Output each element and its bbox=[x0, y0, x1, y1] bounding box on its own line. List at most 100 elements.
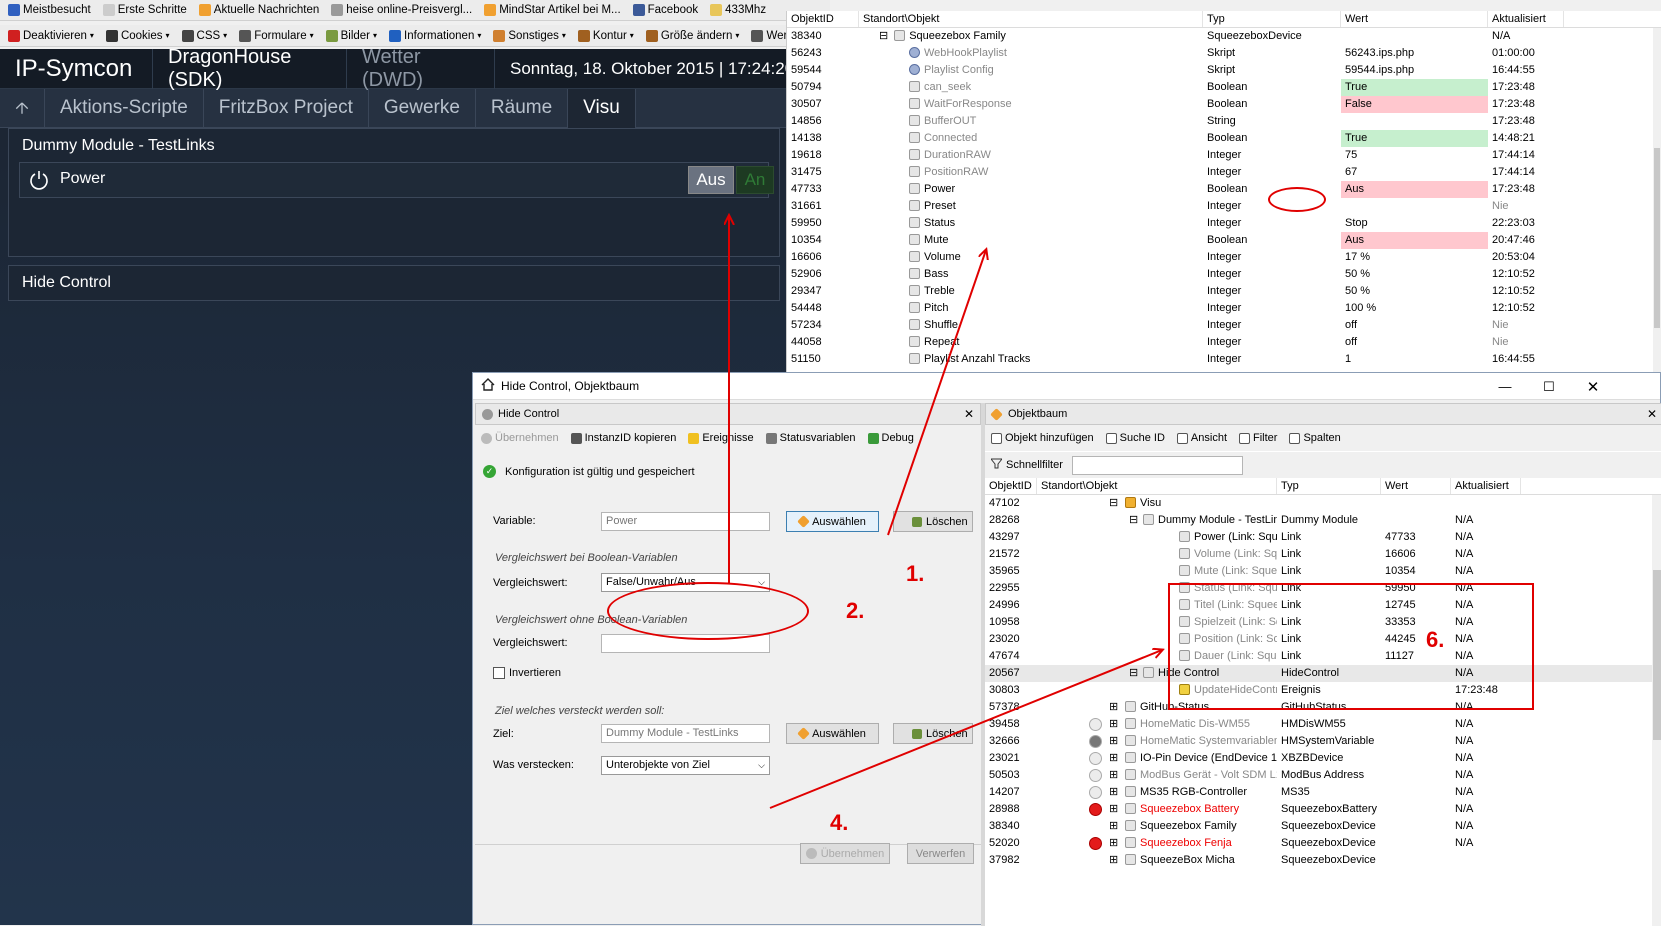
table-row[interactable]: 21572 Volume (Link: Squeezebox F... Link 16… bbox=[985, 546, 1661, 563]
close-icon[interactable]: ✕ bbox=[964, 407, 974, 421]
toolbar-check-button[interactable]: Übernehmen bbox=[481, 432, 559, 444]
table-row[interactable]: 38340 ⊞ Squeezebox Family SqueezeboxDevice N… bbox=[985, 818, 1661, 835]
bookmark-item[interactable]: 433Mhz bbox=[706, 4, 770, 16]
column-header[interactable]: Aktualisiert bbox=[1451, 478, 1521, 494]
table-row[interactable]: 23021 ⊞ IO-Pin Device (EndDevice 1) XBZBDev… bbox=[985, 750, 1661, 767]
table-row[interactable]: 59950 Status Integer Stop 22:23:03 bbox=[787, 215, 1661, 232]
column-header[interactable]: Aktualisiert bbox=[1488, 11, 1564, 27]
column-header[interactable]: Typ bbox=[1203, 11, 1341, 27]
bookmark-item[interactable]: Sonstiges ▾ bbox=[489, 29, 570, 42]
column-header[interactable]: ObjektID bbox=[787, 11, 859, 27]
toolbar-view-button[interactable]: Ansicht bbox=[1176, 432, 1227, 444]
hide-select[interactable]: Unterobjekte von Ziel ⌵ bbox=[601, 756, 770, 775]
table-row[interactable]: 30507 WaitForResponse Boolean False 17:23:48 bbox=[787, 96, 1661, 113]
table-row[interactable]: 29347 Treble Integer 50 % 12:10:52 bbox=[787, 283, 1661, 300]
toolbar-variables-button[interactable]: Statusvariablen bbox=[765, 432, 856, 444]
panel-hide-control[interactable]: Hide Control bbox=[8, 265, 780, 301]
toolbar-add-object-button[interactable]: Objekt hinzufügen bbox=[991, 432, 1094, 444]
bookmark-item[interactable]: Größe ändern ▾ bbox=[642, 29, 744, 42]
table-row[interactable]: 37982 ⊞ SqueezeBox Micha SqueezeboxDevice bbox=[985, 852, 1661, 869]
variable-clear-button[interactable]: Löschen bbox=[893, 511, 973, 532]
expand-icon[interactable]: ⊞ bbox=[1109, 818, 1118, 835]
column-header[interactable]: ObjektID bbox=[985, 478, 1037, 494]
table-row[interactable]: 56243 WebHookPlaylist Skript 56243.ips.php 0… bbox=[787, 45, 1661, 62]
table-row[interactable]: 14207 ⊞ MS35 RGB-Controller MS35 N/A bbox=[985, 784, 1661, 801]
bookmark-item[interactable]: Formulare ▾ bbox=[235, 29, 317, 42]
table-row[interactable]: 28268 ⊟ Dummy Module - TestLinks Dummy Modu… bbox=[985, 512, 1661, 529]
toolbar-search-button[interactable]: Suche ID bbox=[1105, 432, 1165, 444]
expand-icon[interactable]: ⊞ bbox=[1109, 750, 1118, 767]
expand-icon[interactable]: ⊞ bbox=[1109, 784, 1118, 801]
table-row[interactable]: 28988 ⊞ Squeezebox Battery SqueezeboxBatter… bbox=[985, 801, 1661, 818]
bookmark-item[interactable]: heise online-Preisvergl... bbox=[327, 4, 476, 16]
table-row[interactable]: 51150 Playlist Anzahl Tracks Integer 1 16:44… bbox=[787, 351, 1661, 368]
discard-button[interactable]: Verwerfen bbox=[907, 843, 974, 864]
target-clear-button[interactable]: Löschen bbox=[893, 723, 973, 744]
table-row[interactable]: 43297 Power (Link: Squeezebox Fa... Link 47… bbox=[985, 529, 1661, 546]
tab-fritzbox-project[interactable]: FritzBox Project bbox=[204, 88, 369, 128]
table-row[interactable]: 31475 PositionRAW Integer 67 17:44:14 bbox=[787, 164, 1661, 181]
bookmark-item[interactable]: Facebook bbox=[629, 4, 703, 16]
table-row[interactable]: 44058 Repeat Integer off Nie bbox=[787, 334, 1661, 351]
toolbar-copy-button[interactable]: InstanzID kopieren bbox=[570, 432, 676, 444]
bookmark-item[interactable]: Cookies ▾ bbox=[102, 29, 174, 42]
variable-field[interactable]: Power bbox=[601, 512, 770, 531]
table-row[interactable]: 47733 Power Boolean Aus 17:23:48 bbox=[787, 181, 1661, 198]
close-icon[interactable]: ✕ bbox=[1647, 407, 1657, 421]
bookmark-item[interactable]: Aktuelle Nachrichten bbox=[195, 4, 323, 16]
table-row[interactable]: 14856 BufferOUT String 17:23:48 bbox=[787, 113, 1661, 130]
toolbar-columns-button[interactable]: Spalten bbox=[1289, 432, 1341, 444]
minimize-button[interactable]: — bbox=[1483, 373, 1527, 400]
expand-icon[interactable]: ⊞ bbox=[1109, 835, 1118, 852]
maximize-button[interactable]: ☐ bbox=[1527, 373, 1571, 400]
column-header[interactable]: Wert bbox=[1341, 11, 1488, 27]
expand-icon[interactable]: ⊞ bbox=[1109, 852, 1118, 869]
location-title[interactable]: DragonHouse (SDK) bbox=[153, 49, 347, 91]
target-field[interactable]: Dummy Module - TestLinks bbox=[601, 724, 770, 743]
column-header[interactable]: Standort\Objekt bbox=[1037, 478, 1277, 494]
table-row[interactable]: 31661 Preset Integer Nie bbox=[787, 198, 1661, 215]
bookmark-item[interactable]: Informationen ▾ bbox=[385, 29, 485, 42]
table-row[interactable]: 10354 Mute Boolean Aus 20:47:46 bbox=[787, 232, 1661, 249]
variable-select-button[interactable]: Auswählen bbox=[786, 511, 879, 532]
tab-visu[interactable]: Visu bbox=[568, 88, 636, 128]
table-row[interactable]: 32666 ⊞ HomeMatic Systemvariablen HMSystemV… bbox=[985, 733, 1661, 750]
toolbar-filter-button[interactable]: Filter bbox=[1239, 432, 1277, 444]
table-row[interactable]: 57234 Shuffle Integer off Nie bbox=[787, 317, 1661, 334]
tab-aktions-scripte[interactable]: Aktions-Scripte bbox=[45, 88, 204, 128]
expand-icon[interactable]: ⊞ bbox=[1109, 699, 1118, 716]
collapse-icon[interactable]: ⊟ bbox=[879, 30, 888, 42]
expand-icon[interactable]: ⊟ bbox=[1109, 495, 1118, 512]
table-row[interactable]: 19618 DurationRAW Integer 75 17:44:14 bbox=[787, 147, 1661, 164]
scrollbar[interactable] bbox=[1653, 28, 1661, 372]
up-arrow-icon[interactable] bbox=[0, 88, 45, 128]
close-button[interactable]: ✕ bbox=[1571, 373, 1615, 400]
table-row[interactable]: 16606 Volume Integer 17 % 20:53:04 bbox=[787, 249, 1661, 266]
bookmark-item[interactable]: Erste Schritte bbox=[99, 4, 191, 16]
expand-icon[interactable]: ⊞ bbox=[1109, 767, 1118, 784]
toolbar-bug-button[interactable]: Debug bbox=[867, 432, 914, 444]
table-row[interactable]: 59544 Playlist Config Skript 59544.ips.php 1… bbox=[787, 62, 1661, 79]
power-on-button[interactable]: An bbox=[736, 166, 774, 194]
table-row[interactable]: 50794 can_seek Boolean True 17:23:48 bbox=[787, 79, 1661, 96]
column-header[interactable]: Typ bbox=[1277, 478, 1381, 494]
bookmark-item[interactable]: Bilder ▾ bbox=[322, 29, 381, 42]
quickfilter-input[interactable] bbox=[1071, 455, 1243, 475]
expand-icon[interactable]: ⊞ bbox=[1109, 733, 1118, 750]
column-header[interactable]: Standort\Objekt bbox=[859, 11, 1203, 27]
table-row[interactable]: 47102 ⊟ Visu bbox=[985, 495, 1661, 512]
bookmark-item[interactable]: Kontur ▾ bbox=[574, 29, 638, 42]
toolbar-lightning-button[interactable]: Ereignisse bbox=[688, 432, 754, 444]
target-select-button[interactable]: Auswählen bbox=[786, 723, 879, 744]
tab-räume[interactable]: Räume bbox=[476, 88, 569, 128]
expand-icon[interactable]: ⊟ bbox=[1129, 512, 1138, 529]
power-off-button[interactable]: Aus bbox=[688, 166, 734, 194]
table-row[interactable]: 52906 Bass Integer 50 % 12:10:52 bbox=[787, 266, 1661, 283]
table-row[interactable]: 52020 ⊞ Squeezebox Fenja SqueezeboxDevice N/… bbox=[985, 835, 1661, 852]
column-header[interactable]: Wert bbox=[1381, 478, 1451, 494]
bookmark-item[interactable]: CSS ▾ bbox=[178, 29, 232, 42]
bookmark-item[interactable]: Meistbesucht bbox=[4, 4, 95, 16]
expand-icon[interactable]: ⊞ bbox=[1109, 716, 1118, 733]
table-row[interactable]: 35965 Mute (Link: Squeezebox Fam... Link 10… bbox=[985, 563, 1661, 580]
table-row[interactable]: 39458 ⊞ HomeMatic Dis-WM55 HMDisWM55 N/A bbox=[985, 716, 1661, 733]
